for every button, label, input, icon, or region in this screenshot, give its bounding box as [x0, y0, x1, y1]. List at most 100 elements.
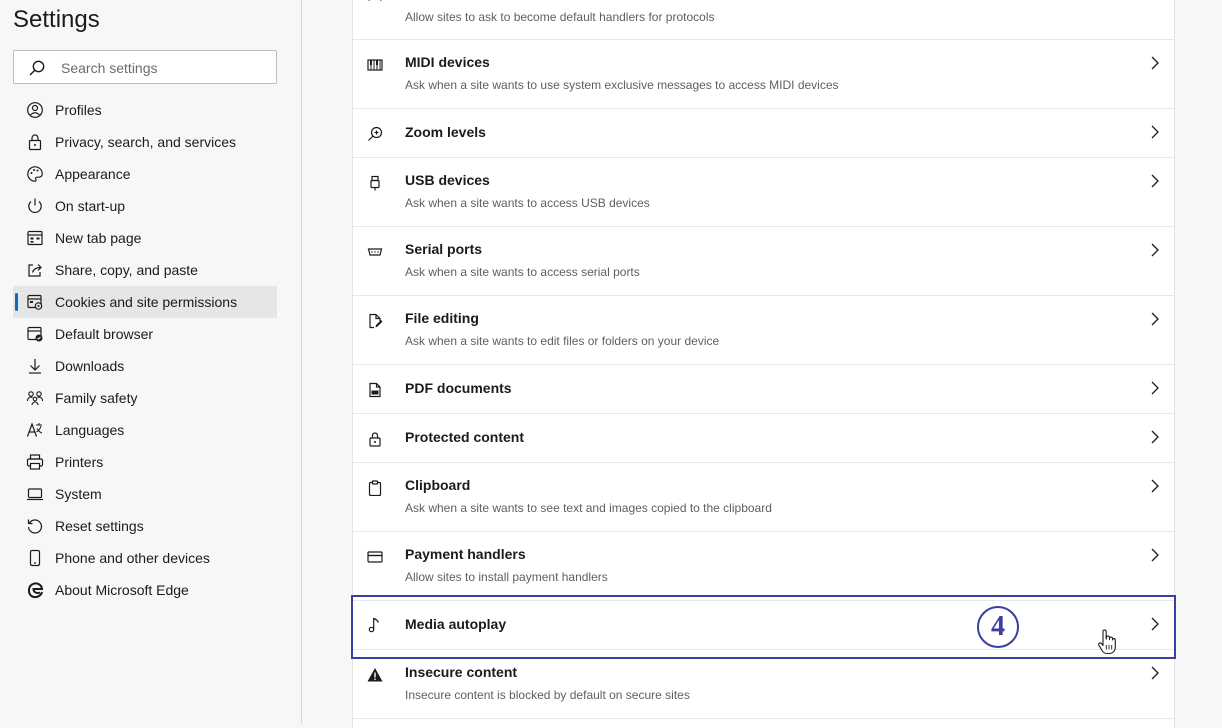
sidebar-item-label: About Microsoft Edge — [55, 582, 189, 598]
permission-desc: Allow sites to install payment handlers — [405, 570, 608, 584]
chevron-right-icon — [1151, 666, 1159, 680]
permission-row-protected-content[interactable]: Protected content — [353, 414, 1174, 463]
default-browser-icon — [27, 326, 43, 342]
permission-desc: Ask when a site wants to access USB devi… — [405, 196, 650, 210]
sidebar-item-label: On start-up — [55, 198, 126, 214]
permission-desc: Ask when a site wants to use system excl… — [405, 78, 839, 92]
permission-row-midi[interactable]: MIDI devices Ask when a site wants to us… — [353, 40, 1174, 109]
chevron-right-icon — [1151, 125, 1159, 139]
sidebar-item-new-tab[interactable]: New tab page — [13, 222, 277, 254]
sidebar-item-profiles[interactable]: Profiles — [13, 94, 277, 126]
chevron-right-icon — [1151, 56, 1159, 70]
sidebar-item-start-up[interactable]: On start-up — [13, 190, 277, 222]
chevron-right-icon — [1151, 243, 1159, 257]
sidebar-item-cookies[interactable]: Cookies and site permissions — [13, 286, 277, 318]
lock-icon — [28, 134, 42, 151]
permission-row-insecure-content[interactable]: Insecure content Insecure content is blo… — [353, 650, 1174, 719]
permission-title: MIDI devices — [405, 54, 490, 70]
sidebar-item-appearance[interactable]: Appearance — [13, 158, 277, 190]
sidebar-item-label: System — [55, 486, 102, 502]
zoom-icon — [368, 126, 383, 141]
permission-title: Clipboard — [405, 477, 471, 493]
step-number-badge: 4 — [977, 606, 1019, 648]
clipboard-icon — [368, 480, 382, 496]
sidebar-item-label: Appearance — [55, 166, 131, 182]
permission-title: Serial ports — [405, 241, 483, 257]
permission-desc: Allow sites to ask to become default han… — [405, 10, 715, 24]
system-icon — [27, 488, 43, 501]
share-icon — [28, 264, 42, 277]
lock-icon — [369, 432, 381, 447]
permission-row-protocol-handlers[interactable]: Allow sites to ask to become default han… — [353, 0, 1174, 40]
sidebar-item-share[interactable]: Share, copy, and paste — [13, 254, 277, 286]
sidebar-item-label: Family safety — [55, 390, 138, 406]
serial-port-icon — [367, 248, 383, 256]
sidebar-item-family-safety[interactable]: Family safety — [13, 382, 277, 414]
chevron-right-icon — [1151, 312, 1159, 326]
family-icon — [26, 391, 44, 406]
profile-icon — [27, 102, 43, 118]
site-permissions-card: Allow sites to ask to become default han… — [352, 0, 1175, 728]
permission-desc: Ask when a site wants to see text and im… — [405, 501, 772, 515]
edge-icon — [27, 582, 44, 599]
permission-desc: Insecure content is blocked by default o… — [405, 688, 690, 702]
permission-title: Payment handlers — [405, 546, 526, 562]
palette-icon — [27, 166, 43, 182]
sidebar-item-label: Printers — [55, 454, 104, 470]
permission-title: Media autoplay — [405, 616, 507, 632]
sidebar-nav: Profiles Privacy, search, and services A… — [13, 94, 277, 606]
permission-row-zoom[interactable]: Zoom levels — [353, 109, 1174, 158]
permission-row-pdf[interactable]: PDF documents — [353, 365, 1174, 414]
search-icon — [29, 60, 45, 76]
permission-row-clipboard[interactable]: Clipboard Ask when a site wants to see t… — [353, 463, 1174, 532]
sidebar-item-label: Phone and other devices — [55, 550, 210, 566]
pdf-icon — [369, 382, 381, 398]
permission-title: File editing — [405, 310, 479, 326]
sidebar-item-about[interactable]: About Microsoft Edge — [13, 574, 277, 606]
sidebar-item-languages[interactable]: Languages — [13, 414, 277, 446]
sidebar-item-label: Default browser — [55, 326, 154, 342]
permission-row-file-editing[interactable]: File editing Ask when a site wants to ed… — [353, 296, 1174, 365]
permission-row-payment-handlers[interactable]: Payment handlers Allow sites to install … — [353, 532, 1174, 601]
chevron-right-icon — [1151, 381, 1159, 395]
chevron-right-icon — [1151, 479, 1159, 493]
sidebar-item-printers[interactable]: Printers — [13, 446, 277, 478]
sidebar-item-label: Privacy, search, and services — [55, 134, 237, 150]
sidebar-item-label: Downloads — [55, 358, 125, 374]
file-edit-icon — [369, 313, 383, 329]
usb-icon — [370, 175, 380, 191]
sidebar-item-label: Cookies and site permissions — [55, 294, 238, 310]
card-icon — [367, 551, 383, 563]
main-content: Allow sites to ask to become default han… — [303, 0, 1222, 728]
sidebar-item-downloads[interactable]: Downloads — [13, 350, 277, 382]
music-note-icon — [368, 617, 380, 633]
power-icon — [28, 198, 42, 213]
sidebar-item-label: Reset settings — [55, 518, 144, 534]
warning-icon — [367, 668, 383, 682]
protocol-icon — [368, 0, 382, 1]
reset-icon — [27, 519, 43, 534]
sidebar-item-phone[interactable]: Phone and other devices — [13, 542, 277, 574]
permission-desc: Ask when a site wants to access serial p… — [405, 265, 640, 279]
sidebar-item-privacy[interactable]: Privacy, search, and services — [13, 126, 277, 158]
permission-row-media-autoplay[interactable]: Media autoplay — [353, 601, 1174, 650]
permission-title: Insecure content — [405, 664, 518, 680]
permission-title: PDF documents — [405, 380, 512, 396]
sidebar-item-label: New tab page — [55, 230, 142, 246]
languages-icon — [26, 422, 43, 437]
permission-row-usb[interactable]: USB devices Ask when a site wants to acc… — [353, 158, 1174, 227]
new-tab-icon — [27, 230, 43, 246]
permission-row-serial-ports[interactable]: Serial ports Ask when a site wants to ac… — [353, 227, 1174, 296]
cookies-icon — [27, 294, 43, 310]
chevron-right-icon — [1151, 174, 1159, 188]
search-box[interactable] — [13, 50, 277, 84]
sidebar-item-system[interactable]: System — [13, 478, 277, 510]
chevron-right-icon — [1151, 617, 1159, 631]
permission-title: Protected content — [405, 429, 525, 445]
sidebar-item-reset[interactable]: Reset settings — [13, 510, 277, 542]
chevron-right-icon — [1151, 548, 1159, 562]
printer-icon — [26, 454, 44, 470]
search-input[interactable] — [59, 57, 268, 79]
sidebar-item-default-browser[interactable]: Default browser — [13, 318, 277, 350]
permission-title: USB devices — [405, 172, 490, 188]
